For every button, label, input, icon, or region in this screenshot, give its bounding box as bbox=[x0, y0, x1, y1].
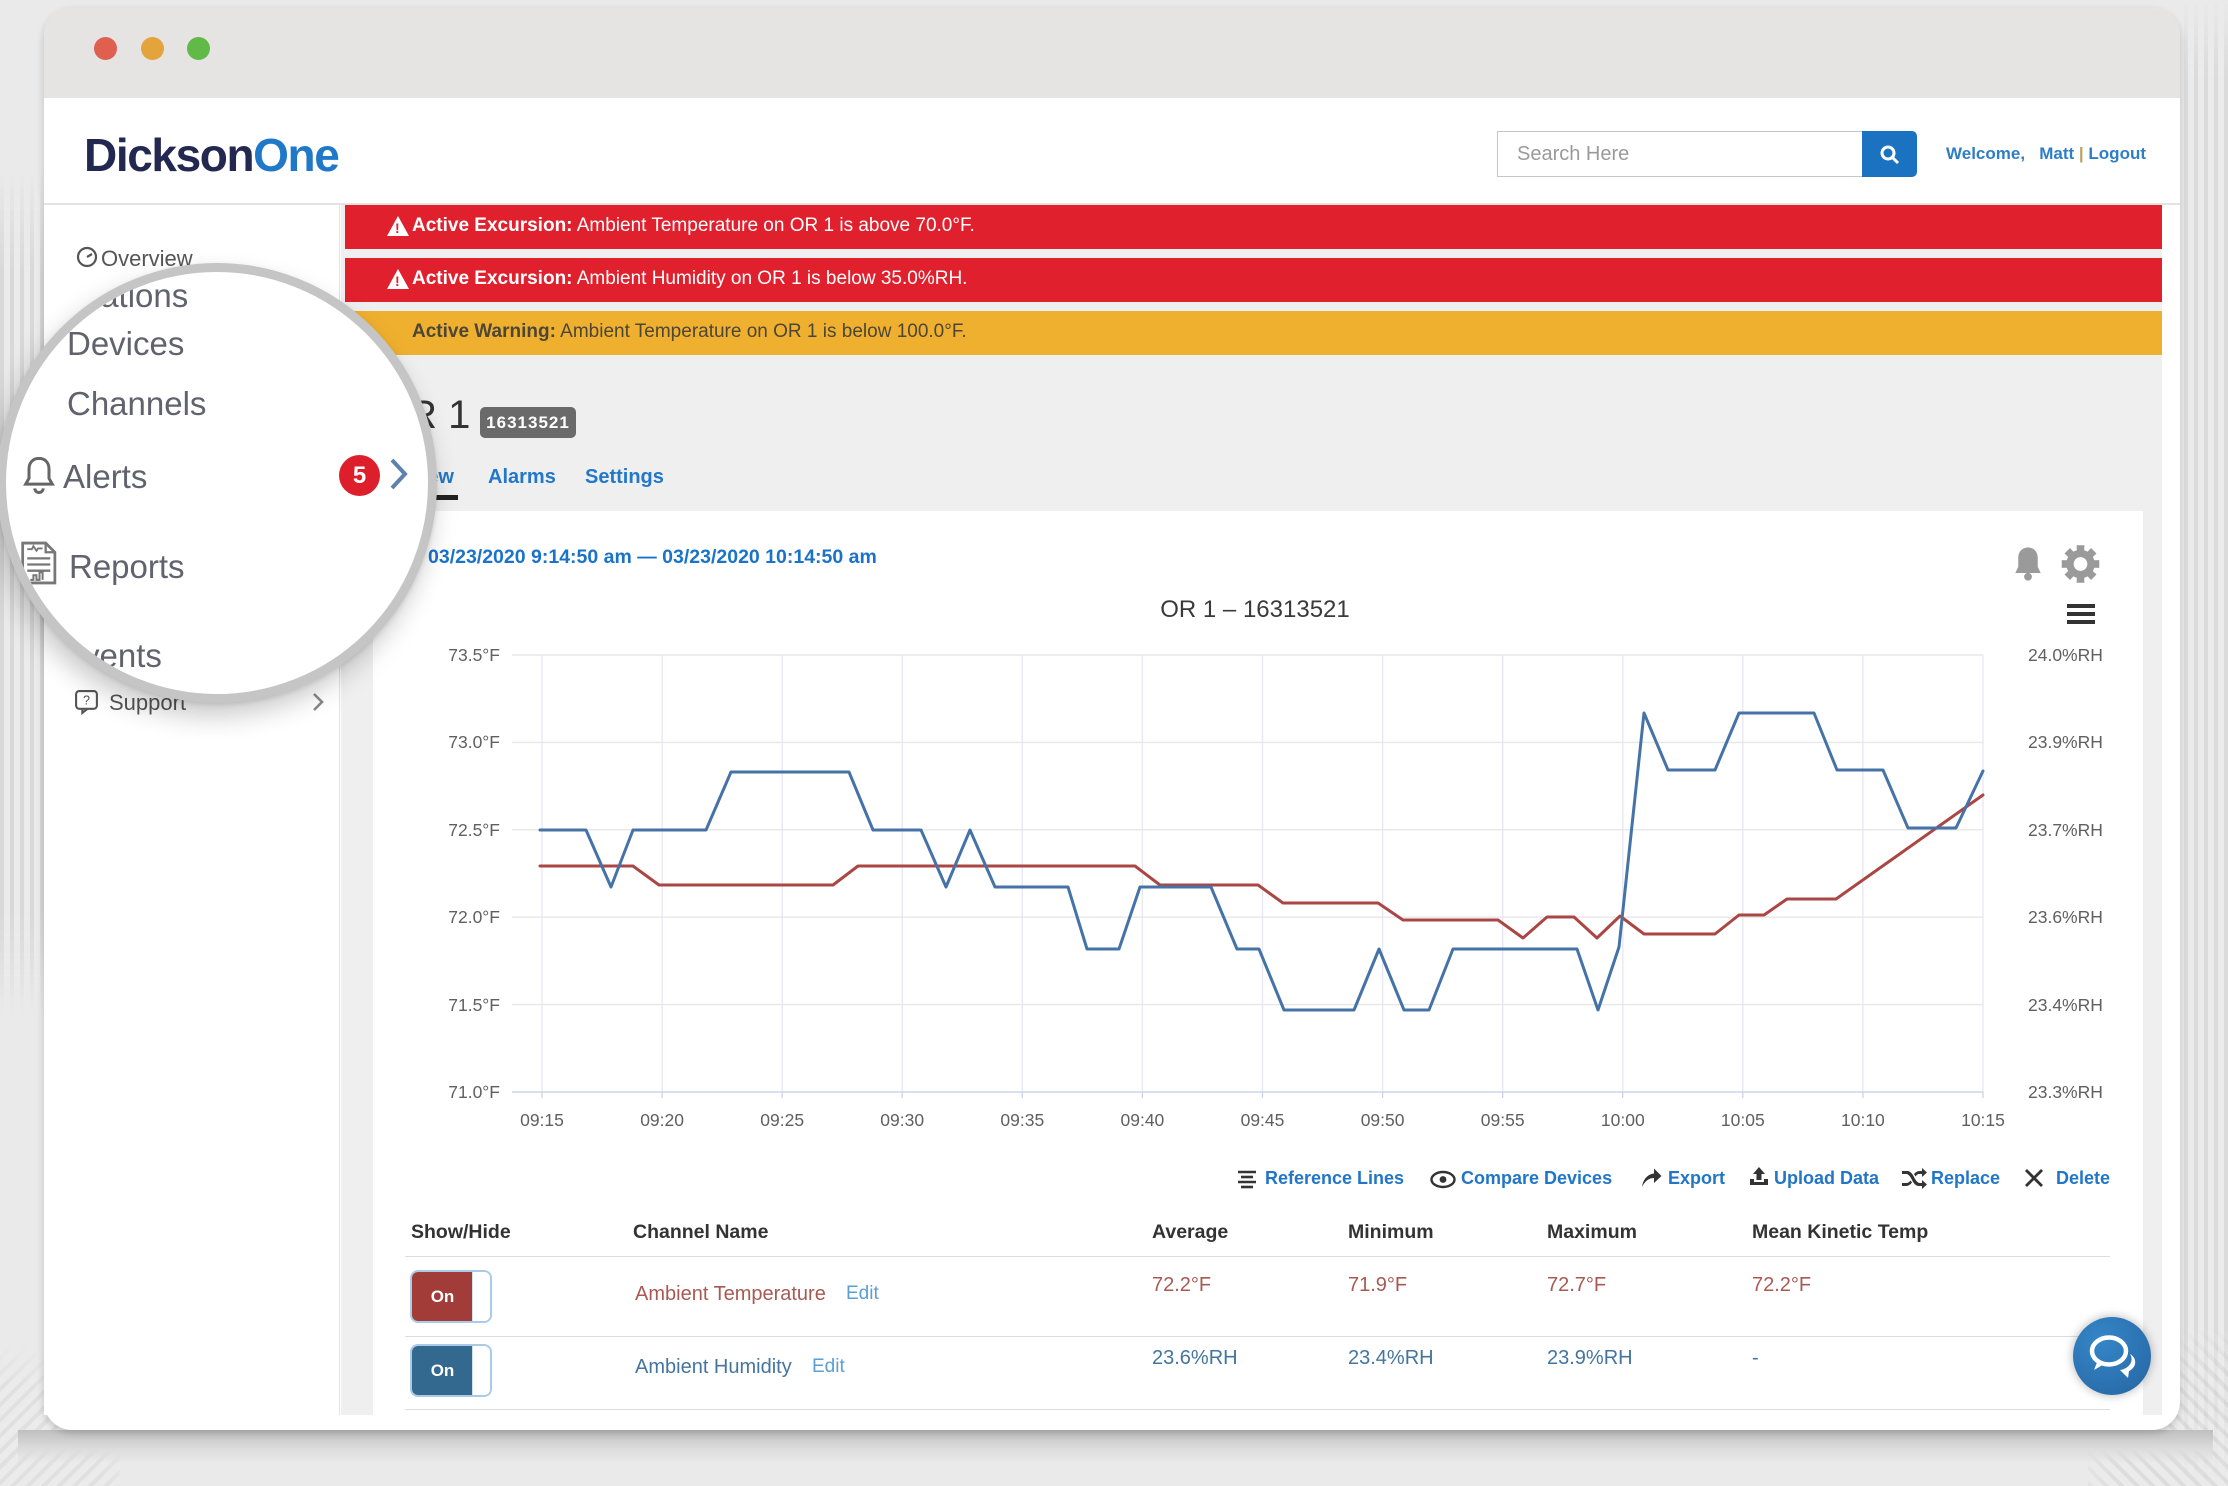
svg-text:23.6%RH: 23.6%RH bbox=[2028, 907, 2103, 927]
svg-text:10:05: 10:05 bbox=[1721, 1110, 1765, 1130]
svg-text:71.5°F: 71.5°F bbox=[448, 995, 500, 1015]
svg-text:10:15: 10:15 bbox=[1961, 1110, 2005, 1130]
svg-text:73.0°F: 73.0°F bbox=[448, 732, 500, 752]
svg-text:23.4%RH: 23.4%RH bbox=[2028, 995, 2103, 1015]
svg-text:09:50: 09:50 bbox=[1361, 1110, 1405, 1130]
svg-text:72.0°F: 72.0°F bbox=[448, 907, 500, 927]
svg-text:09:30: 09:30 bbox=[880, 1110, 924, 1130]
svg-text:?: ? bbox=[83, 694, 90, 708]
svg-text:09:20: 09:20 bbox=[640, 1110, 684, 1130]
svg-text:09:25: 09:25 bbox=[760, 1110, 804, 1130]
svg-text:09:45: 09:45 bbox=[1241, 1110, 1285, 1130]
svg-text:10:10: 10:10 bbox=[1841, 1110, 1885, 1130]
svg-text:23.9%RH: 23.9%RH bbox=[2028, 732, 2103, 752]
svg-text:09:40: 09:40 bbox=[1121, 1110, 1165, 1130]
svg-text:09:55: 09:55 bbox=[1481, 1110, 1525, 1130]
svg-text:23.3%RH: 23.3%RH bbox=[2028, 1082, 2103, 1102]
svg-text:09:35: 09:35 bbox=[1000, 1110, 1044, 1130]
svg-text:71.0°F: 71.0°F bbox=[448, 1082, 500, 1102]
svg-text:09:15: 09:15 bbox=[520, 1110, 564, 1130]
svg-text:23.7%RH: 23.7%RH bbox=[2028, 820, 2103, 840]
svg-text:10:00: 10:00 bbox=[1601, 1110, 1645, 1130]
svg-text:24.0%RH: 24.0%RH bbox=[2028, 645, 2103, 665]
svg-text:72.5°F: 72.5°F bbox=[448, 820, 500, 840]
svg-text:73.5°F: 73.5°F bbox=[448, 645, 500, 665]
